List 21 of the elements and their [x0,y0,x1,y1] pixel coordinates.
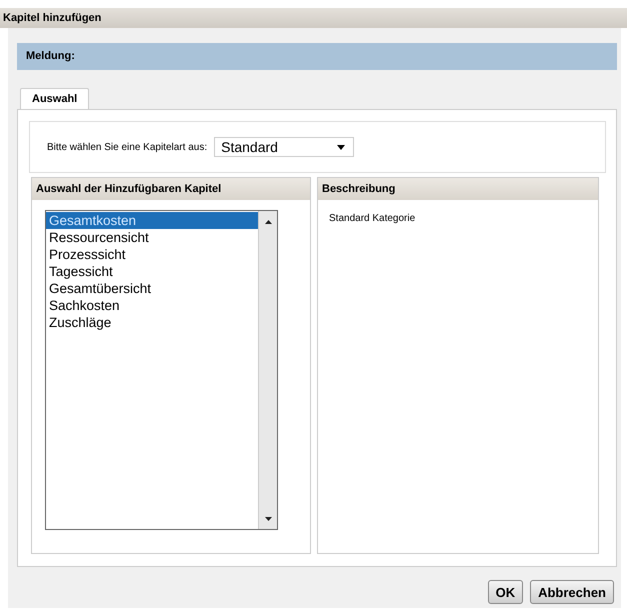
description-text: Standard Kategorie [328,212,416,224]
tab[interactable]: Auswahl [20,88,90,109]
ok-button[interactable]: OK [488,580,524,604]
cancel-button[interactable]: Abbrechen [530,580,614,604]
column-header: Beschreibung [318,178,598,200]
caret-icon [337,144,346,150]
message-bar: Meldung: [17,43,617,70]
chapter-type-dropdown[interactable]: Standard [214,137,354,157]
list-item[interactable]: Zuschläge [46,314,258,331]
chapter-type-label: Bitte wählen Sie eine Kapitelart aus: [47,142,208,152]
window-title: Kapitel hinzufügen [0,8,627,28]
column-header: Auswahl der Hinzufügbaren Kapitel [32,178,310,200]
scroll-up-icon [264,220,272,224]
list-item[interactable]: Sachkosten [46,297,258,314]
scroll-down-icon [264,517,272,521]
scrollbar[interactable] [258,211,277,529]
list-item[interactable]: Tagessicht [46,263,258,280]
list-item[interactable]: Gesamtübersicht [46,280,258,297]
list-item[interactable]: Prozesssicht [46,246,258,263]
list-item[interactable]: Gesamtkosten [46,212,258,229]
list-item[interactable]: Ressourcensicht [46,229,258,246]
